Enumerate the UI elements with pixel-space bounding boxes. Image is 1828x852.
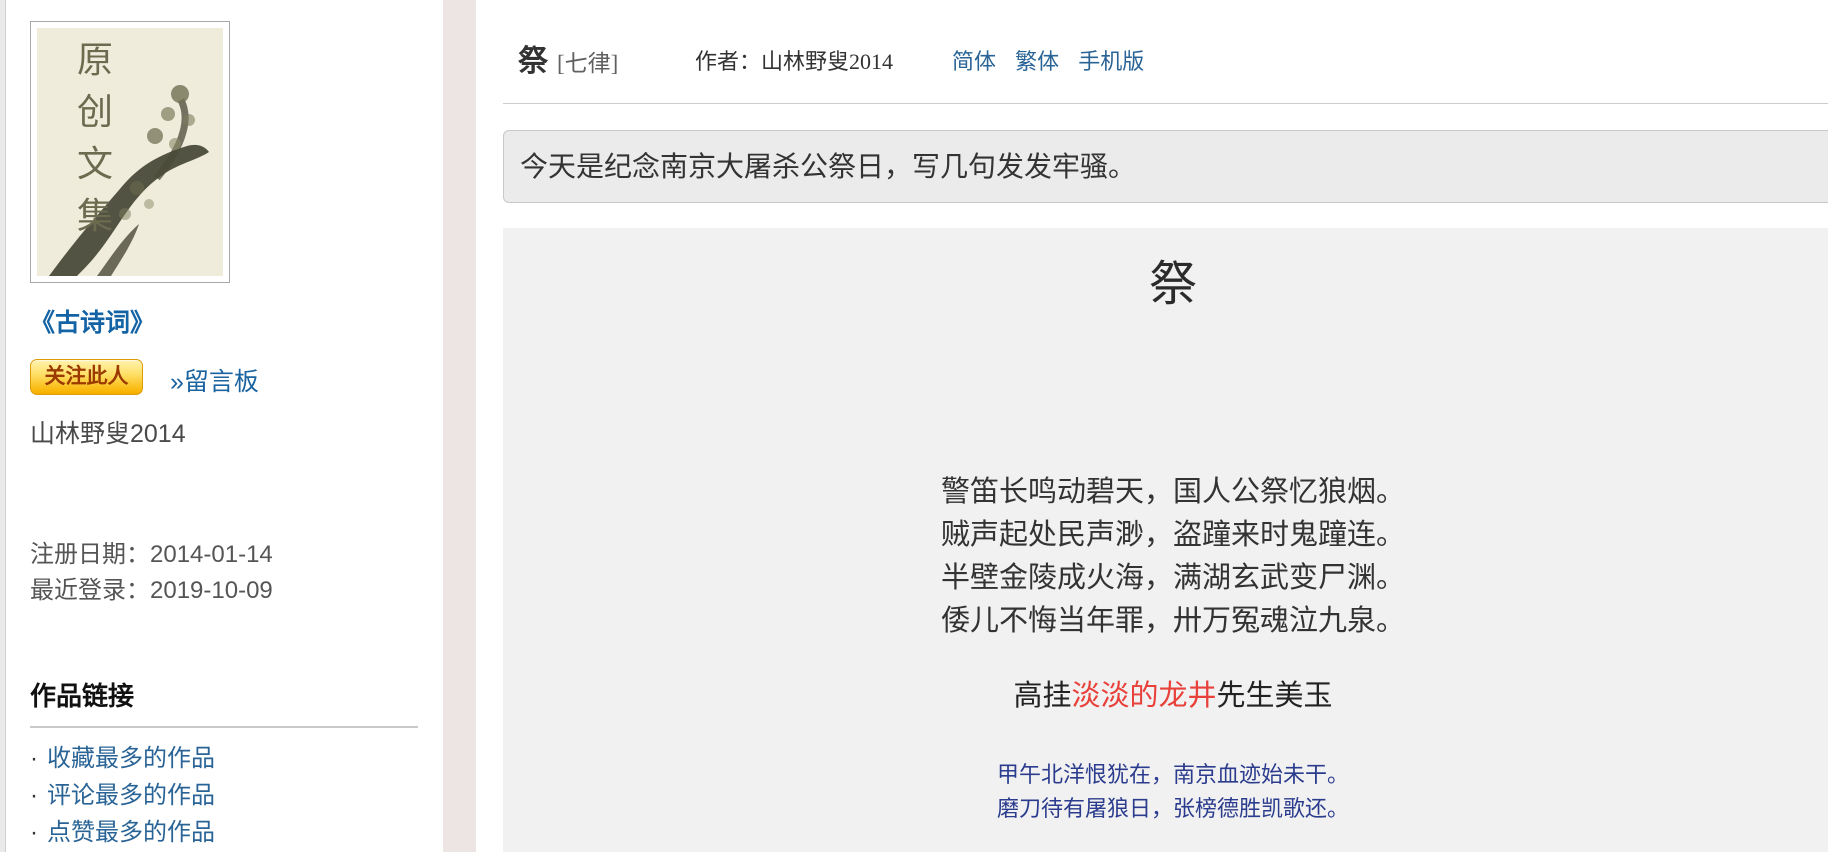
poem-body: 警笛长鸣动碧天，国人公祭忆狼烟。 贼声起处民声渺，盗蹱来时鬼蹱连。 半壁金陵成火…	[503, 471, 1828, 643]
footnote-poem: 甲午北洋恨犹在，南京血迹始未干。 磨刀待有屠狼日，张榜德胜凯歌还。	[503, 758, 1828, 826]
register-date-value: 2014-01-14	[150, 541, 273, 568]
collection-cover[interactable]: 原 创 文 集	[30, 21, 230, 283]
author-label: 作者：	[695, 49, 761, 74]
svg-text:创: 创	[77, 92, 113, 132]
message-board-link[interactable]: »留言板	[170, 362, 259, 398]
list-item: · 点赞最多的作品	[30, 814, 215, 851]
author-note-text: 今天是纪念南京大屠杀公祭日，写几句发发牢骚。	[520, 151, 1136, 182]
footnote-line: 磨刀待有屠狼日，张榜德胜凯歌还。	[503, 792, 1828, 826]
svg-text:文: 文	[77, 144, 113, 184]
post-genre: [七律]	[557, 44, 618, 78]
last-login-label: 最近登录：	[30, 577, 150, 604]
bullet: ·	[30, 782, 38, 809]
svg-text:集: 集	[77, 196, 113, 236]
post-author: 作者：山林野叟2014	[695, 44, 893, 76]
works-link-most-liked[interactable]: 点赞最多的作品	[47, 819, 215, 846]
footnote-line: 甲午北洋恨犹在，南京血迹始未干。	[503, 758, 1828, 792]
register-date: 注册日期：2014-01-14	[30, 534, 273, 569]
works-link-most-favorited[interactable]: 收藏最多的作品	[47, 745, 215, 772]
register-date-label: 注册日期：	[30, 541, 150, 568]
message-board-label: 留言板	[184, 368, 259, 396]
dedication-line: 高挂淡淡的龙井先生美玉	[503, 681, 1828, 711]
header-divider	[503, 103, 1828, 104]
poem-sheet: 祭 警笛长鸣动碧天，国人公祭忆狼烟。 贼声起处民声渺，盗蹱来时鬼蹱连。 半壁金陵…	[503, 228, 1828, 852]
mobile-version-link[interactable]: 手机版	[1078, 49, 1144, 74]
works-link-most-commented[interactable]: 评论最多的作品	[47, 782, 215, 809]
works-links-list: · 收藏最多的作品 · 评论最多的作品 · 点赞最多的作品	[30, 740, 215, 851]
last-login-value: 2019-10-09	[150, 577, 273, 604]
list-item: · 收藏最多的作品	[30, 740, 215, 777]
collection-title-link[interactable]: 《古诗词》	[30, 303, 155, 339]
sidebar-main-divider	[443, 0, 476, 852]
works-links-heading: 作品链接	[30, 676, 418, 728]
svg-text:原: 原	[77, 40, 113, 80]
author-name: 山林野叟2014	[761, 49, 893, 74]
page-left-edge	[0, 0, 6, 852]
double-angle-icon: »	[170, 368, 184, 396]
poem-title: 祭	[503, 257, 1828, 313]
bullet: ·	[30, 745, 38, 772]
dedication-prefix: 高挂	[1013, 680, 1071, 712]
bullet: ·	[30, 819, 38, 846]
main-content: 祭 [七律] 作者：山林野叟2014 简体 繁体 手机版 今天是纪念南京大屠杀公…	[476, 0, 1828, 852]
poem-line: 倭儿不悔当年罪，卅万冤魂泣九泉。	[503, 600, 1828, 643]
poem-line: 半壁金陵成火海，满湖玄武变尸渊。	[503, 557, 1828, 600]
dedication-suffix: 先生美玉	[1217, 680, 1333, 712]
follow-button[interactable]: 关注此人	[30, 359, 143, 395]
last-login: 最近登录：2019-10-09	[30, 570, 273, 605]
view-mode-links: 简体 繁体 手机版	[952, 44, 1157, 76]
simplified-chinese-link[interactable]: 简体	[952, 49, 996, 74]
username: 山林野叟2014	[30, 414, 186, 450]
post-title: 祭	[518, 36, 548, 80]
author-note-box: 今天是纪念南京大屠杀公祭日，写几句发发牢骚。	[503, 130, 1828, 203]
poem-line: 贼声起处民声渺，盗蹱来时鬼蹱连。	[503, 514, 1828, 557]
traditional-chinese-link[interactable]: 繁体	[1015, 49, 1059, 74]
list-item: · 评论最多的作品	[30, 777, 215, 814]
sidebar: 原 创 文 集 《古诗词》 关注此人 »留言板 山林野叟2014 注册日期：20…	[8, 0, 443, 852]
poem-line: 警笛长鸣动碧天，国人公祭忆狼烟。	[503, 471, 1828, 514]
dedication-user-link[interactable]: 淡淡的龙井	[1071, 680, 1216, 712]
cover-art: 原 创 文 集	[37, 28, 223, 276]
